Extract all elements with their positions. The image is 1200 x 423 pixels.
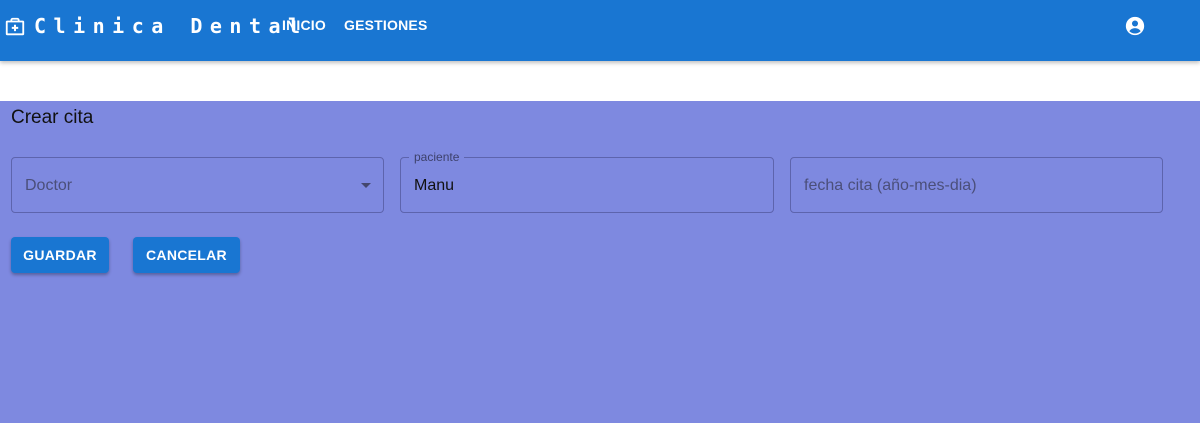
nav-gestiones[interactable]: GESTIONES bbox=[344, 17, 427, 33]
app-bar: Clinica Dental INICIO GESTIONES bbox=[0, 0, 1200, 61]
guardar-button[interactable]: GUARDAR bbox=[11, 237, 109, 273]
fecha-cita-field[interactable]: fecha cita (año-mes-dia) bbox=[790, 157, 1163, 213]
cancelar-button[interactable]: CANCELAR bbox=[133, 237, 240, 273]
paciente-value: Manu bbox=[414, 177, 455, 194]
page-title: Crear cita bbox=[11, 107, 94, 128]
dropdown-arrow-icon bbox=[361, 183, 371, 188]
paciente-field[interactable]: paciente Manu bbox=[400, 150, 774, 213]
doctor-placeholder: Doctor bbox=[25, 177, 73, 194]
create-appointment-panel: Crear cita Doctor paciente Manu fecha ci… bbox=[0, 101, 1200, 423]
paciente-label: paciente bbox=[409, 150, 465, 164]
medical-briefcase-icon bbox=[5, 17, 25, 36]
app-title: Clinica Dental bbox=[34, 14, 308, 38]
doctor-select[interactable]: Doctor bbox=[11, 157, 384, 213]
fecha-cita-placeholder: fecha cita (año-mes-dia) bbox=[804, 177, 977, 194]
account-circle-icon[interactable] bbox=[1124, 15, 1146, 37]
nav-inicio[interactable]: INICIO bbox=[282, 17, 326, 33]
